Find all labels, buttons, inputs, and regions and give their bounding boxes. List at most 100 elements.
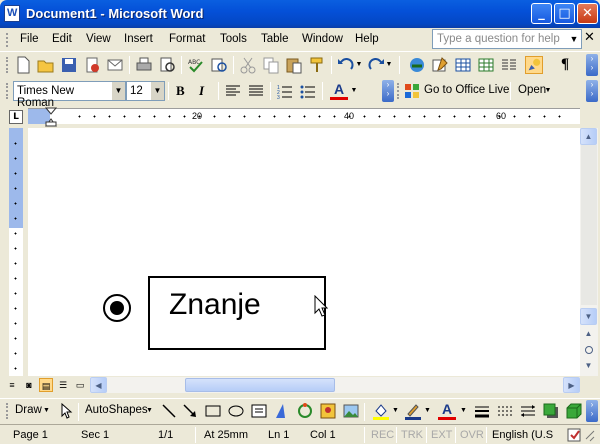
status-rec[interactable]: REC xyxy=(371,429,394,441)
line-icon[interactable] xyxy=(160,402,178,420)
italic-button[interactable]: I xyxy=(199,83,204,99)
office-live-link[interactable]: Go to Office Live xyxy=(424,84,509,96)
tables-borders-icon[interactable] xyxy=(431,56,449,74)
menu-tools[interactable]: Tools xyxy=(220,33,247,45)
font-name-dropdown[interactable]: ▼ xyxy=(112,81,126,101)
email-icon[interactable] xyxy=(106,56,124,74)
font-size-dropdown[interactable]: ▼ xyxy=(151,81,165,101)
open-dropdown[interactable]: ▼ xyxy=(544,82,552,100)
maximize-button[interactable]: □ xyxy=(554,3,575,24)
save-icon[interactable] xyxy=(60,56,78,74)
select-objects-icon[interactable] xyxy=(57,402,75,420)
print-icon[interactable] xyxy=(135,56,153,74)
text-box-content[interactable]: Znanje xyxy=(169,288,261,322)
menu-file[interactable]: File xyxy=(20,33,39,45)
font-size-box[interactable]: 12 xyxy=(126,81,152,101)
format-painter-icon[interactable] xyxy=(308,56,326,74)
menu-view[interactable]: View xyxy=(86,33,111,45)
oval-icon[interactable] xyxy=(227,402,245,420)
scroll-down-button[interactable]: ▼ xyxy=(580,308,597,325)
print-preview-icon[interactable] xyxy=(158,56,176,74)
web-layout-icon[interactable]: ◙ xyxy=(22,378,36,392)
redo-icon[interactable] xyxy=(367,56,385,74)
standard-toolbar-options[interactable]: › › xyxy=(586,54,598,76)
line-style-icon[interactable] xyxy=(473,402,491,420)
spelling-status-icon[interactable] xyxy=(566,427,596,443)
text-box-icon[interactable] xyxy=(250,402,268,420)
research-icon[interactable] xyxy=(210,56,228,74)
status-trk[interactable]: TRK xyxy=(401,429,423,441)
show-hide-icon[interactable]: ¶ xyxy=(556,56,574,74)
draw-dropdown-icon[interactable]: ▼ xyxy=(43,407,50,414)
hyperlink-icon[interactable] xyxy=(408,56,426,74)
horizontal-ruler[interactable]: 20 40 60 xyxy=(28,107,580,127)
indent-markers-icon[interactable] xyxy=(45,107,57,127)
drawing-font-color-dropdown[interactable]: ▼ xyxy=(460,407,467,414)
horizontal-scroll-thumb[interactable] xyxy=(185,378,335,392)
font-color-dropdown[interactable]: ▼ xyxy=(350,82,358,100)
paste-icon[interactable] xyxy=(285,56,303,74)
tab-selector[interactable]: L xyxy=(9,110,23,124)
scroll-track[interactable] xyxy=(581,145,597,305)
rectangle-icon[interactable] xyxy=(204,402,222,420)
justify-icon[interactable] xyxy=(247,82,265,100)
menu-format[interactable]: Format xyxy=(169,33,205,45)
previous-page-button[interactable]: ▲ xyxy=(580,326,597,343)
menu-table[interactable]: Table xyxy=(261,33,289,45)
undo-icon[interactable] xyxy=(337,56,355,74)
bold-button[interactable]: B xyxy=(176,83,185,99)
menu-edit[interactable]: Edit xyxy=(52,33,72,45)
insert-excel-icon[interactable] xyxy=(477,56,495,74)
wordart-icon[interactable] xyxy=(273,402,291,420)
line-color-dropdown[interactable]: ▼ xyxy=(424,407,431,414)
outline-view-icon[interactable]: ☰ xyxy=(56,378,70,392)
status-ovr[interactable]: OVR xyxy=(460,429,484,441)
scroll-right-button[interactable]: ▶ xyxy=(563,377,580,393)
arrow-style-icon[interactable] xyxy=(519,402,537,420)
autoshapes-dropdown-icon[interactable]: ▼ xyxy=(146,407,153,414)
fill-color-icon[interactable] xyxy=(372,402,390,420)
drawing-font-color-icon[interactable]: A xyxy=(438,402,456,420)
draw-menu[interactable]: Draw xyxy=(15,404,42,416)
drawing-toolbar-grip[interactable] xyxy=(6,403,9,419)
vertical-scrollbar[interactable]: ▲ ▼ ▲ ▼ xyxy=(580,128,598,376)
redo-dropdown-icon[interactable]: ▼ xyxy=(385,56,393,74)
font-name-box[interactable]: Times New Roman xyxy=(13,81,113,109)
copy-icon[interactable] xyxy=(262,56,280,74)
drawing-icon[interactable] xyxy=(525,56,543,74)
cut-icon[interactable] xyxy=(239,56,257,74)
menu-help[interactable]: Help xyxy=(355,33,379,45)
vertical-ruler[interactable] xyxy=(9,128,23,376)
autoshapes-menu[interactable]: AutoShapes xyxy=(85,404,148,416)
numbering-icon[interactable]: 123 xyxy=(276,82,294,100)
office-live-grip[interactable] xyxy=(397,83,400,99)
office-live-toolbar-options[interactable]: › › xyxy=(586,80,598,102)
shadow-style-icon[interactable] xyxy=(542,402,560,420)
arrow-icon[interactable] xyxy=(181,402,199,420)
spelling-icon[interactable]: ABC xyxy=(187,56,205,74)
text-box[interactable]: Znanje xyxy=(148,276,328,350)
document-area[interactable]: Znanje xyxy=(28,128,580,376)
reading-layout-icon[interactable]: ▭ xyxy=(73,378,87,392)
scroll-left-button[interactable]: ◀ xyxy=(90,377,107,393)
permission-icon[interactable] xyxy=(83,56,101,74)
align-left-icon[interactable] xyxy=(224,82,242,100)
bullets-icon[interactable] xyxy=(299,82,317,100)
horizontal-scrollbar[interactable]: ◀ ▶ xyxy=(90,377,580,393)
columns-icon[interactable] xyxy=(500,56,518,74)
new-document-icon[interactable] xyxy=(14,56,32,74)
close-button[interactable]: ✕ xyxy=(577,3,598,24)
font-color-icon[interactable]: A xyxy=(330,82,348,100)
standard-toolbar-grip[interactable] xyxy=(6,57,9,73)
diagram-icon[interactable] xyxy=(296,402,314,420)
normal-view-icon[interactable]: ≡ xyxy=(5,378,19,392)
menu-grip[interactable] xyxy=(6,33,9,47)
open-folder-icon[interactable] xyxy=(37,56,55,74)
insert-table-icon[interactable] xyxy=(454,56,472,74)
3d-style-icon[interactable] xyxy=(565,402,583,420)
scroll-up-button[interactable]: ▲ xyxy=(580,128,597,145)
print-layout-icon[interactable]: ▤ xyxy=(39,378,53,392)
menu-insert[interactable]: Insert xyxy=(124,33,153,45)
open-button[interactable]: Open xyxy=(518,84,546,96)
dash-style-icon[interactable] xyxy=(496,402,514,420)
